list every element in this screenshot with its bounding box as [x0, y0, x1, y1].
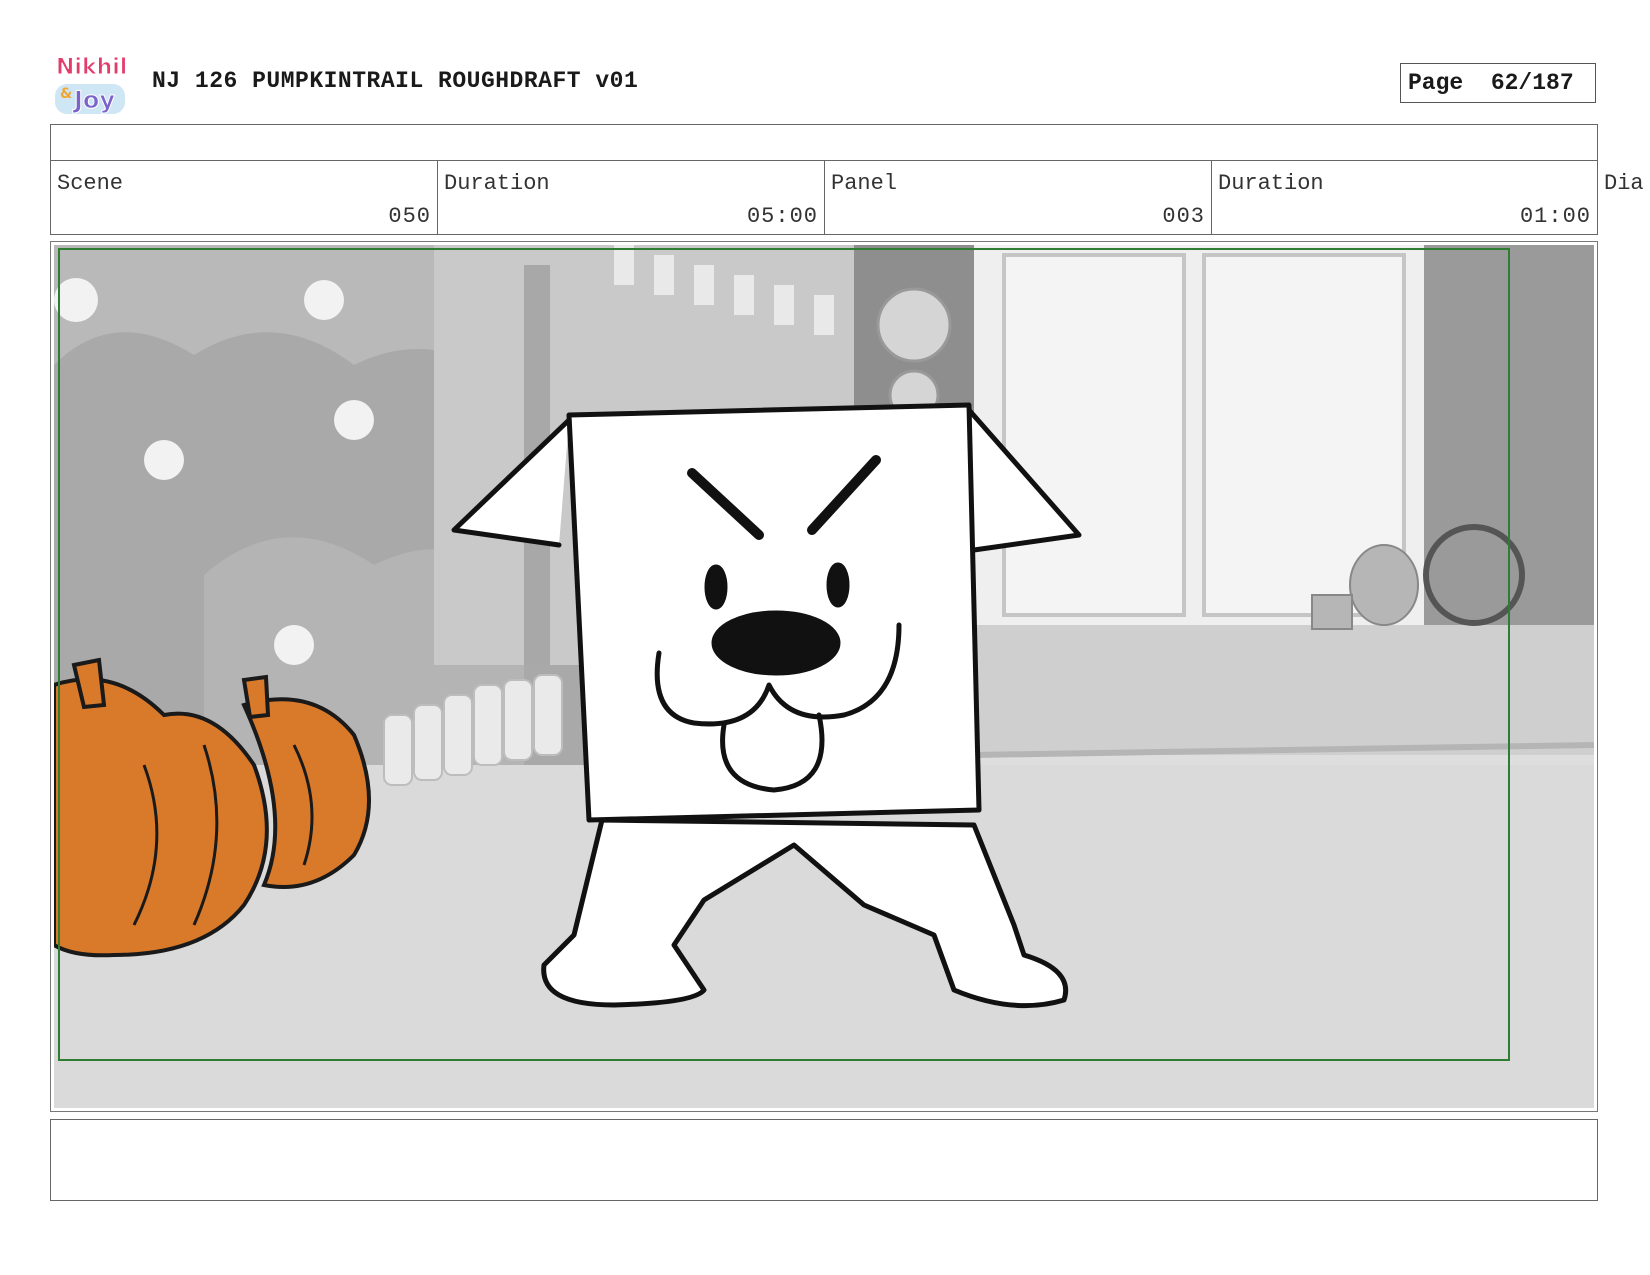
- scene-value: 050: [388, 204, 431, 229]
- svg-text:Joy: Joy: [72, 86, 115, 114]
- scene-duration-value: 05:00: [746, 204, 818, 229]
- svg-text:Nikhil: Nikhil: [56, 55, 127, 80]
- info-strip: [50, 124, 1598, 161]
- panel-cell: Panel 003: [824, 161, 1212, 235]
- scene-duration-cell: Duration 05:00: [437, 161, 825, 235]
- storyboard-panel-image: [54, 245, 1594, 1108]
- scene-duration-label: Duration: [444, 171, 550, 196]
- page-label: Page: [1408, 70, 1464, 96]
- patio: [974, 625, 1594, 755]
- panel-duration-cell: Duration 01:00: [1211, 161, 1598, 235]
- nikhil-and-joy-logo: Nikhil & Joy: [55, 55, 128, 115]
- panel-value: 003: [1162, 204, 1205, 229]
- metadata-row: Scene 050 Duration 05:00 Panel 003 Durat…: [50, 161, 1650, 236]
- document-title: NJ 126 PUMPKINTRAIL ROUGHDRAFT v01: [152, 68, 639, 94]
- svg-text:&: &: [60, 86, 72, 102]
- scene-label: Scene: [57, 171, 124, 196]
- scene-cell: Scene 050: [50, 161, 438, 235]
- dialogue-label: Dia: [1604, 171, 1644, 196]
- notes-box: [50, 1119, 1598, 1201]
- panel-duration-value: 01:00: [1519, 204, 1591, 229]
- dialogue-cell: Dia: [1598, 161, 1650, 235]
- panel-duration-label: Duration: [1218, 171, 1324, 196]
- page-number: 62/187: [1490, 70, 1574, 96]
- page-indicator: Page 62/187: [1400, 63, 1596, 103]
- panel-label: Panel: [831, 171, 898, 196]
